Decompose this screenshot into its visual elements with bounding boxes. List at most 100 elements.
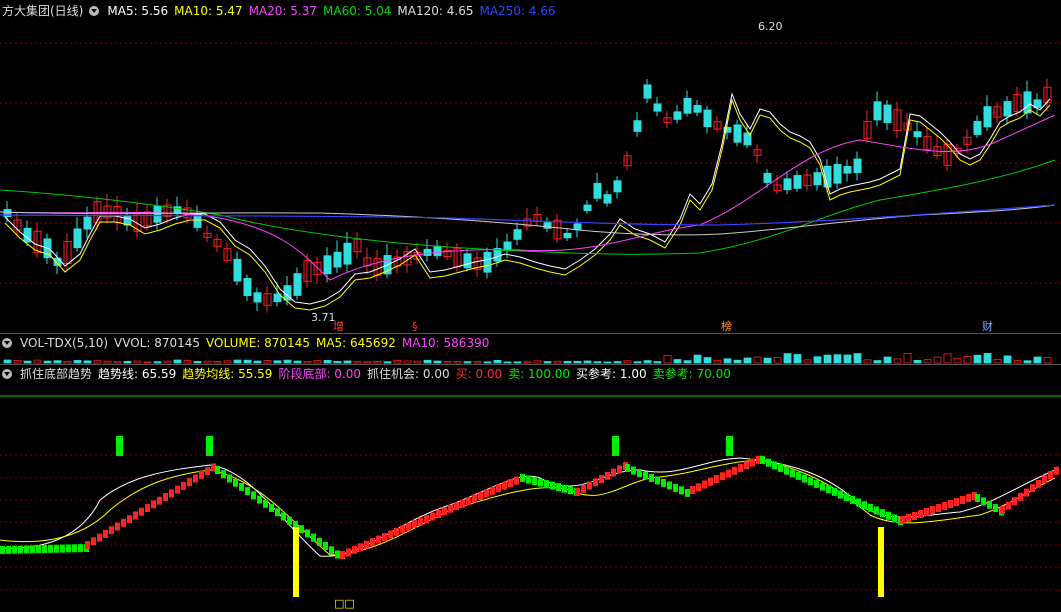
- candle-body: [253, 292, 262, 303]
- candle-body: [913, 131, 922, 138]
- kline-chart-canvas[interactable]: [0, 0, 1061, 612]
- buy-step-block: [430, 512, 435, 521]
- volume-bar: [163, 360, 172, 364]
- sell-step-block: [850, 495, 855, 504]
- volume-bar: [933, 356, 942, 364]
- sell-step-block: [820, 482, 825, 491]
- sell-step-block: [856, 498, 861, 507]
- volume-bar: [1043, 356, 1052, 364]
- buy-step-block: [714, 475, 719, 484]
- volume-bar: [33, 359, 42, 364]
- sell-step-block: [661, 478, 666, 487]
- sell-step-block: [987, 500, 992, 509]
- sell-step-block: [631, 466, 636, 475]
- buy-step-block: [490, 486, 495, 495]
- candle-body: [423, 248, 432, 256]
- volume-bar: [243, 359, 252, 364]
- volume-bar: [513, 361, 522, 364]
- sell-step-block: [317, 537, 322, 546]
- volume-bar: [633, 361, 642, 364]
- volume-bar: [873, 360, 882, 364]
- buy-step-block: [948, 500, 953, 508]
- sell-step-block: [637, 468, 642, 477]
- buy-step-block: [109, 526, 114, 535]
- event-tag-cai[interactable]: 财: [981, 321, 994, 333]
- sell-step-block: [251, 491, 256, 500]
- volume-bar: [123, 360, 132, 364]
- volume-bar: [793, 354, 802, 364]
- volume-bar: [993, 358, 1002, 364]
- sell-step-block: [981, 497, 986, 506]
- sell-step-block: [808, 477, 813, 486]
- candle-body: [83, 216, 92, 230]
- volume-bar: [853, 353, 862, 364]
- sell-step-block: [215, 466, 220, 474]
- volume-bar: [553, 360, 562, 364]
- volume-bar: [613, 361, 622, 364]
- buy-step-block: [181, 481, 186, 490]
- candle-body: [873, 101, 882, 121]
- buy-step-block: [960, 496, 965, 504]
- sell-step-block: [685, 488, 690, 497]
- event-tag-section[interactable]: §: [411, 321, 419, 333]
- sell-step-block: [299, 525, 304, 534]
- sell-step-block: [784, 466, 789, 475]
- buy-step-block: [139, 507, 144, 516]
- volume-bar: [233, 359, 242, 364]
- buy-step-block: [954, 498, 959, 506]
- volume-bar: [913, 359, 922, 364]
- buy-step-block: [412, 520, 417, 529]
- buy-step-block: [726, 469, 731, 478]
- trend-line: [0, 457, 1056, 557]
- candle-body: [693, 104, 702, 113]
- volume-bar: [1013, 360, 1022, 364]
- candle-body: [193, 213, 202, 228]
- sell-signal-bar: [726, 436, 733, 456]
- sell-step-block: [655, 476, 660, 485]
- volume-bar: [153, 361, 162, 364]
- buy-step-block: [918, 510, 923, 518]
- ma10-line: [4, 98, 1051, 311]
- volume-bar: [83, 360, 92, 364]
- sell-signal-bar: [116, 436, 123, 456]
- volume-bar: [483, 361, 492, 364]
- buy-step-block: [502, 481, 507, 490]
- candle-body: [603, 194, 612, 204]
- buy-step-block: [157, 496, 162, 505]
- buy-step-block: [1024, 488, 1029, 497]
- buy-step-block: [484, 489, 489, 498]
- volume-bar: [523, 361, 532, 364]
- volume-bar: [173, 359, 182, 364]
- candle-body: [333, 251, 342, 268]
- volume-bar: [263, 360, 272, 364]
- volume-bar: [213, 361, 222, 364]
- volume-bar: [623, 360, 632, 364]
- candle-body: [973, 120, 982, 135]
- buy-step-block: [930, 506, 935, 514]
- buy-step-block: [478, 491, 483, 500]
- sell-step-block: [544, 480, 549, 489]
- candle-body: [513, 229, 522, 240]
- buy-step-block: [133, 511, 138, 520]
- event-tag-bang[interactable]: 榜: [720, 321, 733, 333]
- buy-step-block: [702, 480, 707, 489]
- candle-body: [73, 228, 82, 249]
- event-tag-zeng[interactable]: 增: [332, 321, 345, 333]
- volume-bar: [13, 359, 22, 364]
- volume-bar: [823, 354, 832, 364]
- candle-body: [733, 124, 742, 143]
- volume-bar: [863, 359, 872, 364]
- buy-step-block: [732, 466, 737, 475]
- volume-bar: [833, 354, 842, 364]
- buy-step-block: [1042, 475, 1047, 484]
- candle-body: [293, 273, 302, 296]
- buy-step-block: [1036, 479, 1041, 488]
- volume-bar: [353, 361, 362, 364]
- bottom-signal-tag[interactable]: □□: [333, 598, 356, 610]
- volume-bar: [803, 359, 812, 364]
- sell-step-block: [72, 544, 77, 553]
- sell-step-block: [832, 487, 837, 496]
- buy-step-block: [199, 470, 204, 479]
- sell-step-block: [60, 544, 65, 553]
- buy-step-block: [103, 529, 108, 538]
